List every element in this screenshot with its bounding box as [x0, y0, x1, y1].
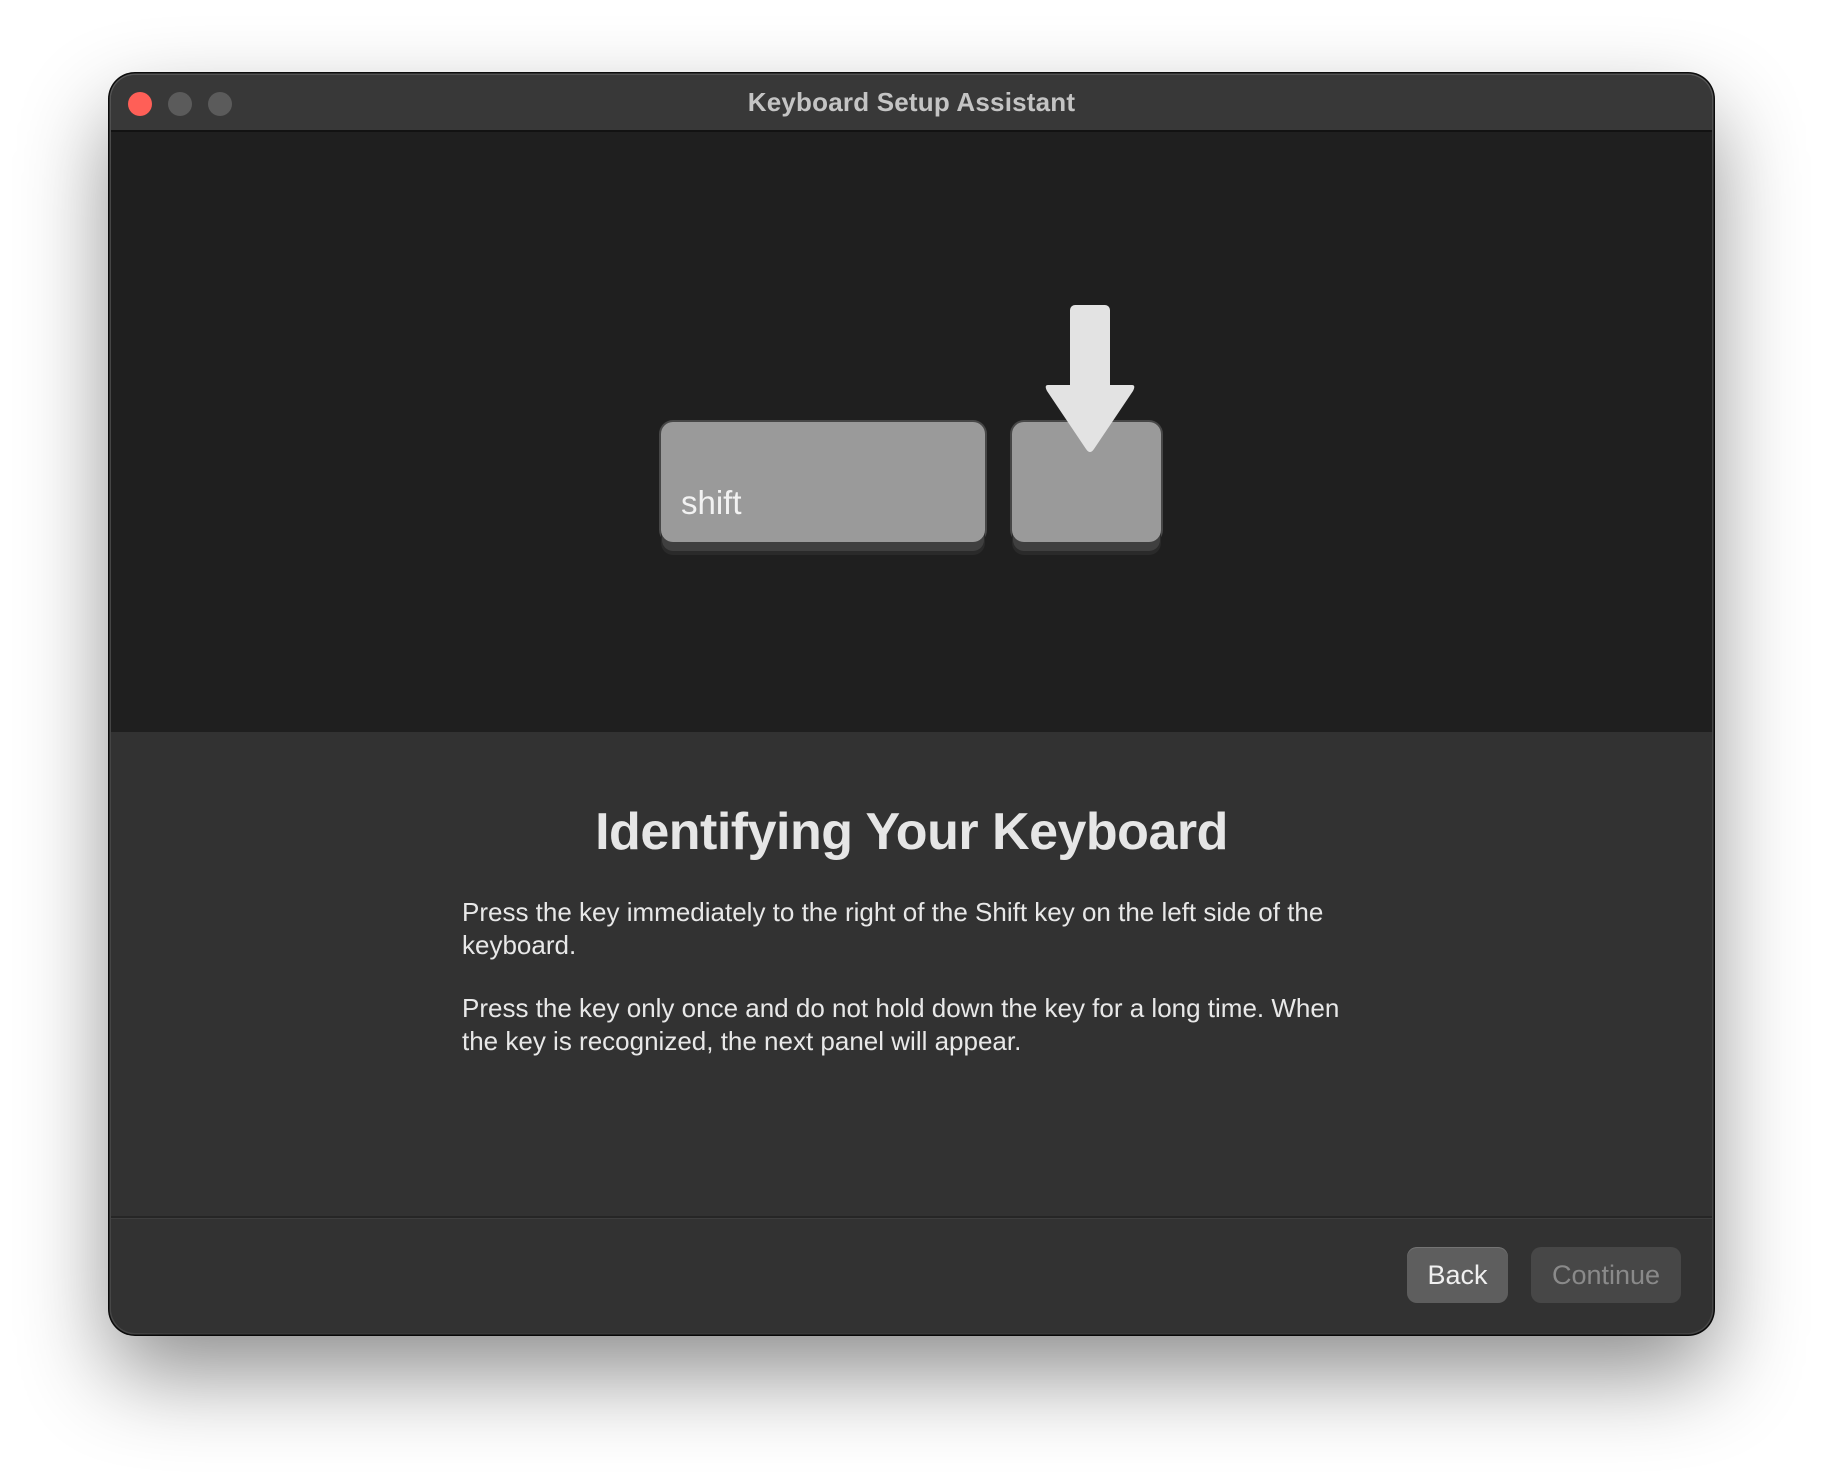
keyboard-illustration: shift — [111, 132, 1712, 732]
keyboard-setup-window: Keyboard Setup Assistant shift Identifyi… — [111, 75, 1712, 1333]
instruction-text-1: Press the key immediately to the right o… — [462, 897, 1324, 960]
back-button[interactable]: Back — [1407, 1247, 1508, 1303]
window-title: Keyboard Setup Assistant — [747, 87, 1076, 117]
shift-key-label: shift — [681, 484, 742, 521]
instruction-text-2: Press the key only once and do not hold … — [462, 993, 1340, 1056]
down-arrow-icon — [1045, 305, 1135, 452]
title-bar[interactable]: Keyboard Setup Assistant — [111, 75, 1712, 132]
content-panel: Identifying Your Keyboard Press the key … — [111, 732, 1712, 1220]
shift-key-graphic: shift — [661, 422, 985, 542]
page-title: Identifying Your Keyboard — [595, 803, 1228, 861]
continue-button[interactable]: Continue — [1531, 1247, 1681, 1303]
footer-divider — [111, 1216, 1712, 1219]
